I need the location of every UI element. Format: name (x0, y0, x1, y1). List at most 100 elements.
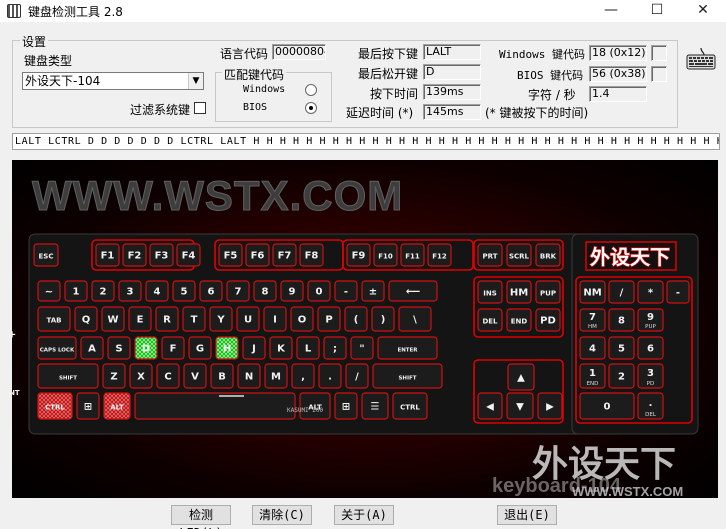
radio-bios[interactable] (305, 102, 317, 114)
watermark-top: WWW.WSTX.COM (32, 172, 403, 219)
key-2: 2 (91, 280, 115, 302)
filter-system-keys-label: 过滤系统键 (130, 103, 191, 117)
key-label-num5: 5 (618, 344, 625, 355)
key-i: I (263, 306, 287, 332)
key-label-left: ◀ (486, 402, 494, 413)
key-label-minus: - (344, 287, 348, 298)
chevron-down-icon[interactable]: ▼ (188, 73, 203, 89)
key-prt: PRT (477, 243, 503, 267)
key-f3: F3 (149, 243, 174, 267)
key-label-lshift: SHIFT (59, 376, 77, 382)
key-label-0: 0 (316, 287, 323, 298)
key-sublabel-num3: PD (647, 381, 655, 387)
key-v: V (183, 363, 207, 389)
key-g: G (188, 336, 212, 360)
key-label-del: DEL (482, 318, 498, 326)
key-label-brk: BRK (540, 253, 557, 261)
key-y: Y (209, 306, 233, 332)
key-f7: F7 (272, 243, 297, 267)
key-r: R (155, 306, 179, 332)
key-label-rbracket: ) (381, 315, 386, 326)
key-label-num1: 1 (589, 368, 596, 379)
watermark-url: WWW.WSTX.COM (572, 484, 683, 498)
about-button[interactable]: 关于(A) (334, 505, 394, 525)
key-label-lalt: ALT (110, 404, 124, 412)
key-num0: 0 (579, 392, 635, 420)
key-numadd: + (12, 330, 16, 341)
key-label-numsub: - (676, 288, 680, 299)
key-num3: 3 PD (637, 363, 664, 389)
key-u: U (236, 306, 260, 332)
key-label-pgdn: PD (540, 316, 556, 327)
key-label-b: B (218, 372, 226, 383)
key-label-backslash: \ (413, 315, 417, 326)
bios-code-field: 56 (0x38) (589, 66, 647, 82)
key-left: ◀ (477, 392, 503, 420)
key-label-9: 9 (289, 287, 296, 298)
key-label-x: X (137, 372, 145, 383)
key-label-slash: / (355, 372, 359, 383)
key-numdot: . DEL (637, 392, 664, 420)
close-button[interactable]: ✕ (680, 0, 726, 22)
key-label-l: L (305, 344, 312, 355)
key-label-f9: F9 (352, 251, 366, 262)
key-w: W (101, 306, 125, 332)
key-sublabel-num7: HM (588, 324, 597, 330)
key-period: . (318, 363, 342, 389)
exit-button[interactable]: 退出(E) (497, 505, 557, 525)
minimize-button[interactable]: — (588, 0, 634, 22)
key-quote: " (350, 336, 374, 360)
key-label-plus: ± (369, 287, 377, 298)
key-label-8: 8 (262, 287, 269, 298)
radio-windows[interactable] (305, 84, 317, 96)
filter-system-keys-checkbox[interactable] (194, 102, 206, 114)
key-label-home: HM (510, 288, 528, 299)
key-sublabel-numdot: DEL (645, 412, 657, 418)
model-label: KASUMI 200 (287, 407, 324, 414)
key-f1: F1 (95, 243, 120, 267)
maximize-button[interactable]: ☐ (634, 0, 680, 22)
key-caps: CAPS LOCK (37, 336, 77, 360)
key-label-prt: PRT (483, 253, 498, 261)
key-label-r: R (163, 315, 171, 326)
key-p: P (317, 306, 341, 332)
settings-legend: 设置 (20, 33, 49, 50)
key-f12: F12 (427, 243, 452, 267)
key-o: O (290, 306, 314, 332)
key-label-down: ▼ (516, 402, 524, 413)
key-label-f11: F11 (405, 253, 420, 261)
key-num1: 1 END (579, 363, 606, 389)
key-label-scrl: SCRL (509, 253, 530, 261)
last-released-label: 最后松开键 (358, 67, 419, 81)
key-label-6: 6 (208, 287, 215, 298)
key-lctrl: CTRL (37, 392, 73, 420)
key-label-end: END (511, 318, 528, 326)
key-ralt: ALT (299, 392, 331, 420)
key-b: B (210, 363, 234, 389)
last-released-field: D (423, 64, 481, 80)
key-5: 5 (172, 280, 196, 302)
windows-code-label: Windows 键代码 (499, 48, 585, 61)
press-time-field: 139ms (423, 84, 481, 100)
key-backslash: \ (398, 306, 432, 332)
key-label-f6: F6 (251, 251, 265, 262)
key-label-n: N (245, 372, 253, 383)
key-label-num0: 0 (604, 402, 611, 413)
key-f5: F5 (218, 243, 243, 267)
key-down: ▼ (506, 392, 534, 420)
test-led-button[interactable]: 检测LED(L) (171, 505, 231, 529)
key-label-d: D (142, 344, 150, 355)
app-keyboard-icon (7, 4, 21, 18)
key-f6: F6 (245, 243, 270, 267)
key-label-4: 4 (154, 287, 161, 298)
key-slash: / (345, 363, 369, 389)
key-label-num9: 9 (647, 312, 654, 323)
key-label-tilde: ~ (45, 287, 53, 298)
key-lalt: ALT (103, 392, 131, 420)
key-n: N (237, 363, 261, 389)
delay-note: (* 键被按下的时间) (485, 106, 589, 120)
clear-button[interactable]: 清除(C) (252, 505, 312, 525)
key-enter: ENTER (377, 336, 438, 360)
key-label-e: E (137, 315, 144, 326)
keyboard-type-select[interactable]: 外设天下-104 (22, 72, 204, 90)
